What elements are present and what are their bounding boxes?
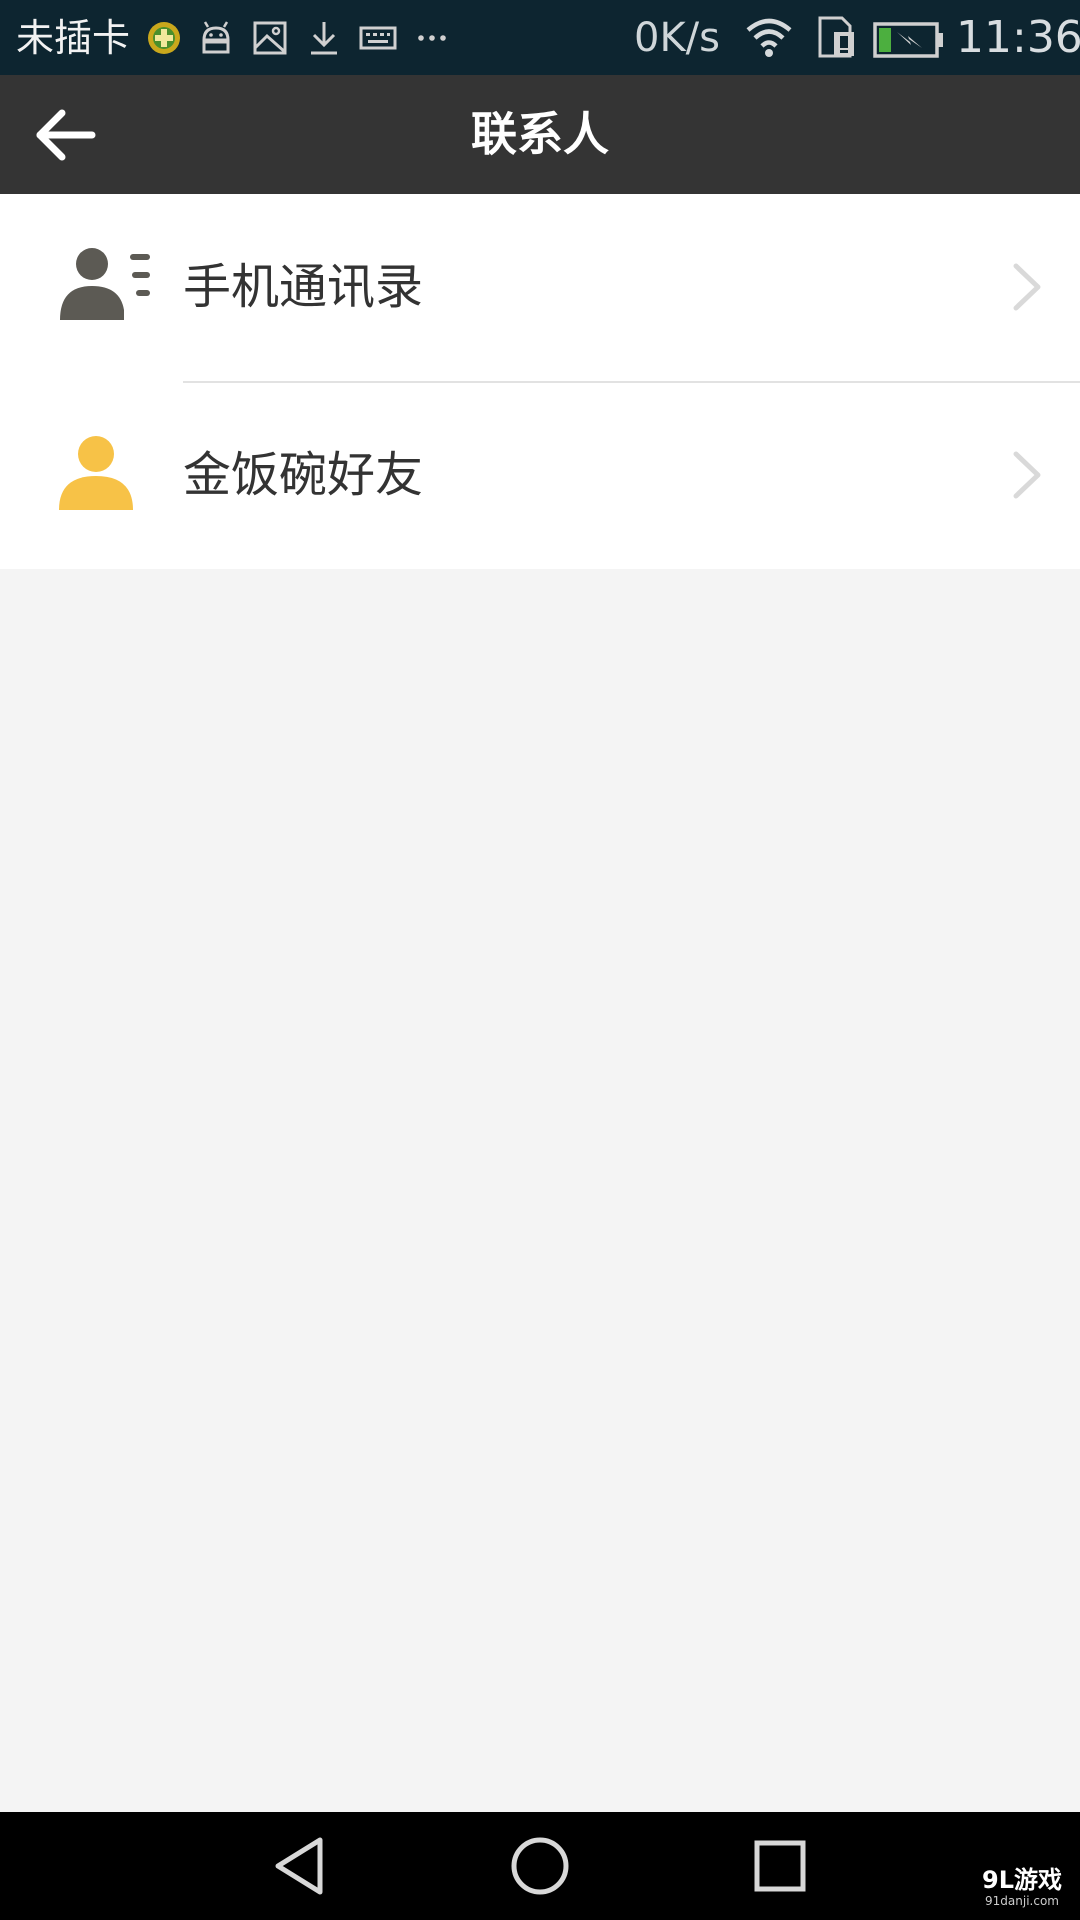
android-icon: [202, 21, 230, 54]
back-triangle-icon[interactable]: [268, 1834, 332, 1898]
watermark-logo: 9L游戏 91danji.com: [972, 1866, 1072, 1908]
person-icon: [59, 436, 133, 510]
watermark-text: 9L游戏: [982, 1866, 1062, 1894]
arrow-left-icon[interactable]: [30, 103, 100, 167]
list-item-label: 手机通讯录: [183, 259, 424, 315]
download-icon: [311, 22, 337, 55]
image-icon: [253, 21, 287, 55]
recents-square-icon[interactable]: [748, 1834, 812, 1898]
contact-list-icon: [60, 248, 150, 320]
carrier-label: 未插卡: [16, 16, 131, 60]
keyboard-icon: [359, 26, 397, 50]
contacts-menu: 手机通讯录 金饭碗好友: [0, 194, 1080, 569]
header-bar: 联系人: [0, 75, 1080, 194]
app-plus-icon: [148, 22, 180, 54]
network-speed: 0K/s: [634, 15, 720, 61]
list-item-phone-contacts[interactable]: 手机通讯录: [0, 194, 1080, 381]
page-title: 联系人: [471, 107, 609, 161]
home-circle-icon[interactable]: [508, 1834, 572, 1898]
more-dots-icon: [418, 35, 446, 41]
sim-icon: [818, 16, 854, 58]
wifi-icon: [746, 18, 792, 57]
watermark-url: 91danji.com: [985, 1894, 1059, 1908]
chevron-right-icon: [1013, 451, 1041, 499]
status-bar: 未插卡 0K/s 11:36: [0, 0, 1080, 75]
chevron-right-icon: [1013, 263, 1041, 311]
status-time: 11:36: [956, 12, 1080, 63]
battery-charging-icon: [873, 22, 943, 58]
system-nav-bar: [0, 1812, 1080, 1920]
list-item-label: 金饭碗好友: [183, 447, 424, 503]
list-item-jinfanwan-friends[interactable]: 金饭碗好友: [0, 382, 1080, 569]
